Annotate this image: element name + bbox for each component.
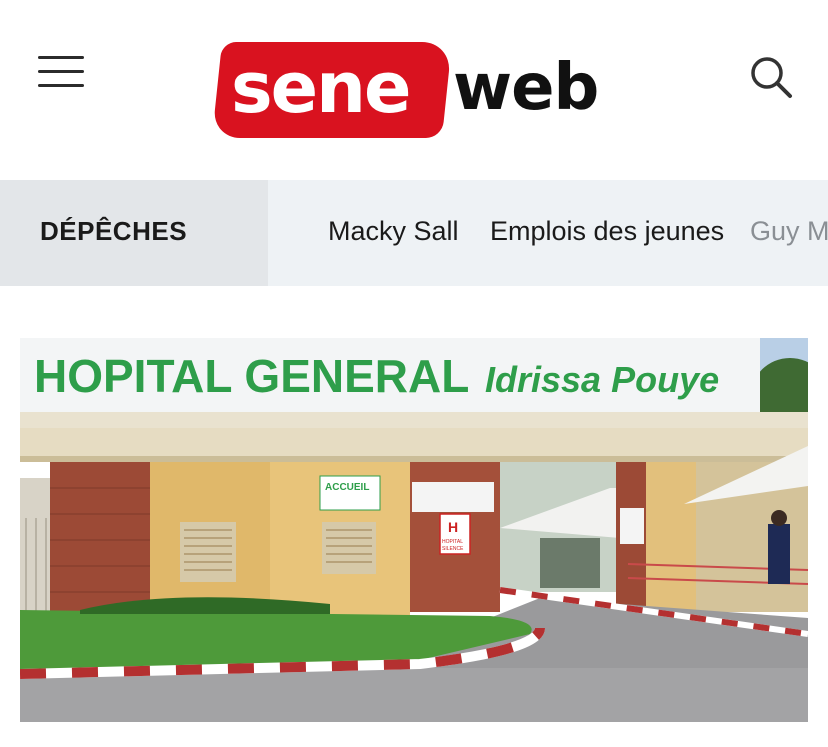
hamburger-menu-icon[interactable] xyxy=(36,52,86,92)
small-sign-silence: SILENCE xyxy=(442,546,464,552)
category-nav: DÉPÊCHES Macky Sall Emplois des jeunes G… xyxy=(0,180,828,286)
nav-item-emplois-des-jeunes[interactable]: Emplois des jeunes xyxy=(490,216,724,247)
small-sign-hopital: HOPITAL xyxy=(442,539,463,545)
nav-item-guy-ma[interactable]: Guy Ma xyxy=(750,216,828,247)
logo-text-black-part: web xyxy=(453,51,599,125)
sign-main-text: HOPITAL GENERAL xyxy=(34,350,469,402)
site-header: sene web xyxy=(0,0,828,180)
logo-text-red-part: sene xyxy=(231,47,411,129)
svg-text:H: H xyxy=(448,519,458,535)
small-sign-accueil: ACCUEIL xyxy=(325,482,369,493)
nav-item-macky-sall[interactable]: Macky Sall xyxy=(328,216,459,247)
nav-tab-depeches[interactable]: DÉPÊCHES xyxy=(0,180,268,286)
nav-tab-depeches-label: DÉPÊCHES xyxy=(40,216,188,246)
search-icon[interactable] xyxy=(748,54,794,100)
sign-sub-text: Idrissa Pouye xyxy=(485,359,719,400)
site-logo[interactable]: sene web xyxy=(211,38,617,142)
article-image[interactable]: HOPITAL GENERAL Idrissa Pouye ACCUEIL H … xyxy=(20,338,808,722)
